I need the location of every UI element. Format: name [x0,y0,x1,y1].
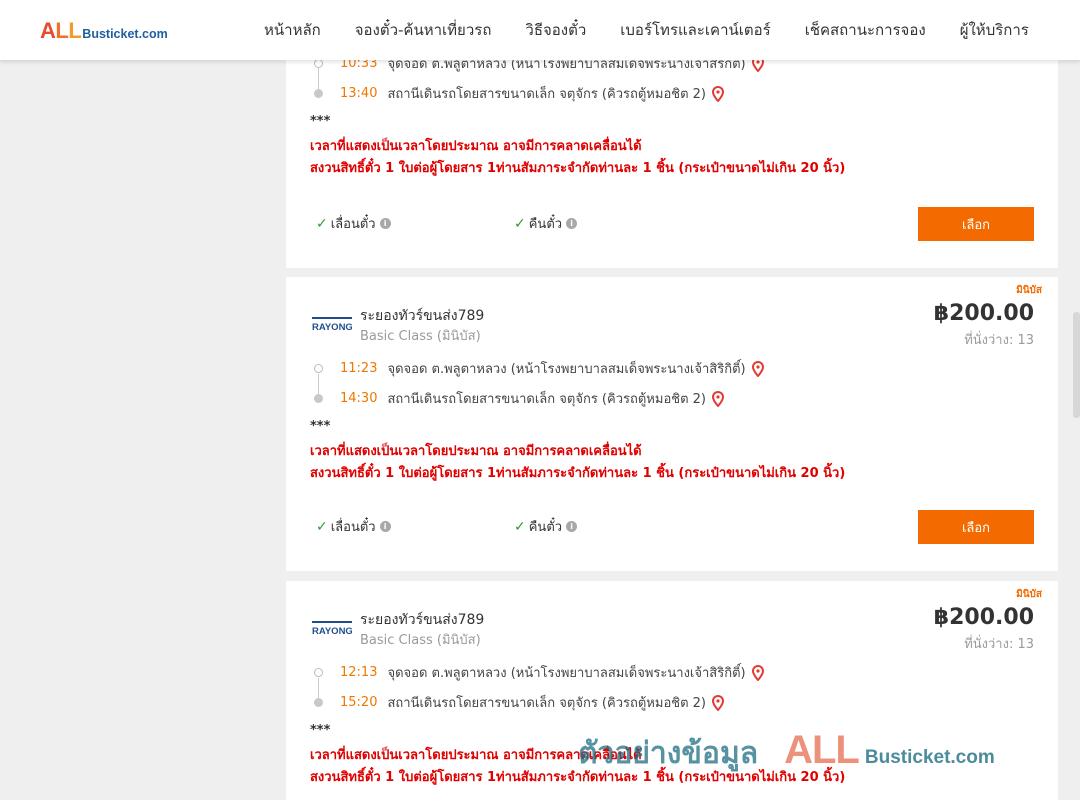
departure-dot [314,59,323,68]
departure-place: จุดจอด ต.พลูตาหลวง (หน้าโรงพยาบาลสมเด็จพ… [387,362,746,377]
departure-dot [314,364,323,373]
arrival-stop: 13:40 สถานีเดินรถโดยสารขนาดเล็ก จตุจักร … [314,83,724,104]
feature-reschedule-label: เลื่อนตั๋ว [330,520,376,535]
arrival-dot [314,89,323,98]
info-icon[interactable]: i [379,521,391,532]
check-icon: ✓ [514,518,526,535]
seats-available: ที่นั่งว่าง: 13 [964,333,1034,348]
company-logo-text: RAYONG [312,322,352,333]
map-pin-icon[interactable] [751,664,764,681]
departure-place: จุดจอด ต.พลูตาหลวง (หน้าโรงพยาบาลสมเด็จพ… [387,666,746,681]
info-icon[interactable]: i [379,218,391,229]
feature-reschedule: ✓ เลื่อนตั๋ว i [316,213,391,234]
map-pin-icon[interactable] [712,694,724,711]
nav-operators[interactable]: ผู้ให้บริการ [960,18,1029,42]
nav-book-search[interactable]: จองตั๋ว-ค้นหาเที่ยวรถ [355,18,492,42]
company-logo-text: RAYONG [312,626,352,637]
arrival-time: 15:20 [340,695,378,710]
site-header: ALL Busticket.com หน้าหลัก จองตั๋ว-ค้นหา… [0,0,1080,60]
bus-class: Basic Class (มินิบัส) [360,633,481,648]
nav-how-to-book[interactable]: วิธีจองตั๋ว [525,18,586,42]
warning-time-note: เวลาที่แสดงเป็นเวลาโดยประมาณ อาจมีการคลา… [310,444,642,459]
info-icon[interactable]: i [566,521,578,532]
arrival-stop: 14:30 สถานีเดินรถโดยสารขนาดเล็ก จตุจักร … [314,388,724,409]
note-stars: *** [310,723,331,738]
trip-price: ฿200.00 [933,605,1034,630]
arrival-place: สถานีเดินรถโดยสารขนาดเล็ก จตุจักร (คิวรถ… [387,87,706,102]
arrival-place: สถานีเดินรถโดยสารขนาดเล็ก จตุจักร (คิวรถ… [387,696,706,711]
arrival-time: 13:40 [340,86,378,101]
select-trip-button[interactable]: เลือก [918,207,1034,241]
company-name: ระยองทัวร์ขนส่ง789 [360,308,485,324]
logo-suffix: Busticket.com [82,27,168,41]
feature-refund-label: คืนตั๋ว [528,217,563,232]
main-nav: หน้าหลัก จองตั๋ว-ค้นหาเที่ยวรถ วิธีจองตั… [264,0,1029,60]
vehicle-type-badge: มินิบัส [1016,589,1042,600]
nav-check-status[interactable]: เช็คสถานะการจอง [805,18,926,42]
check-icon: ✓ [316,518,328,535]
arrival-dot [314,394,323,403]
warning-time-note: เวลาที่แสดงเป็นเวลาโดยประมาณ อาจมีการคลา… [310,748,642,763]
feature-reschedule-label: เลื่อนตั๋ว [330,217,376,232]
map-pin-icon[interactable] [751,360,764,377]
company-name: ระยองทัวร์ขนส่ง789 [360,612,485,628]
feature-refund-label: คืนตั๋ว [528,520,563,535]
info-icon[interactable]: i [566,218,578,229]
feature-refund: ✓ คืนตั๋ว i [514,213,578,234]
site-logo[interactable]: ALL Busticket.com [40,18,168,44]
feature-refund: ✓ คืนตั๋ว i [514,516,578,537]
departure-stop: 11:23 จุดจอด ต.พลูตาหลวง (หน้าโรงพยาบาลส… [314,358,764,379]
departure-dot [314,668,323,677]
departure-time: 12:13 [340,665,378,680]
warning-luggage-note: สงวนสิทธิ์ตั๋ว 1 ใบต่อผู้โดยสาร 1ท่านสัม… [310,161,846,176]
warning-luggage-note: สงวนสิทธิ์ตั๋ว 1 ใบต่อผู้โดยสาร 1ท่านสัม… [310,770,846,785]
company-logo: RAYONG [312,317,352,333]
map-pin-icon[interactable] [712,85,724,102]
arrival-dot [314,698,323,707]
bus-class: Basic Class (มินิบัส) [360,329,481,344]
check-icon: ✓ [316,215,328,232]
warning-time-note: เวลาที่แสดงเป็นเวลาโดยประมาณ อาจมีการคลา… [310,139,642,154]
feature-reschedule: ✓ เลื่อนตั๋ว i [316,516,391,537]
vehicle-type-badge: มินิบัส [1016,285,1042,296]
nav-home[interactable]: หน้าหลัก [264,18,321,42]
trip-card: มินิบัส RAYONG ระยองทัวร์ขนส่ง789 Basic … [286,277,1058,571]
check-icon: ✓ [514,215,526,232]
arrival-time: 14:30 [340,391,378,406]
select-trip-button[interactable]: เลือก [918,510,1034,544]
note-stars: *** [310,114,331,129]
seats-available: ที่นั่งว่าง: 13 [964,637,1034,652]
arrival-stop: 15:20 สถานีเดินรถโดยสารขนาดเล็ก จตุจักร … [314,692,724,713]
note-stars: *** [310,419,331,434]
warning-luggage-note: สงวนสิทธิ์ตั๋ว 1 ใบต่อผู้โดยสาร 1ท่านสัม… [310,466,846,481]
map-pin-icon[interactable] [712,390,724,407]
trip-price: ฿200.00 [933,301,1034,326]
company-logo: RAYONG [312,621,352,637]
departure-time: 11:23 [340,361,378,376]
arrival-place: สถานีเดินรถโดยสารขนาดเล็ก จตุจักร (คิวรถ… [387,392,706,407]
departure-stop: 12:13 จุดจอด ต.พลูตาหลวง (หน้าโรงพยาบาลส… [314,662,764,683]
logo-all-text: ALL [40,18,82,43]
page-scrollbar[interactable] [1073,312,1080,418]
nav-contact-counter[interactable]: เบอร์โทรและเคาน์เตอร์ [620,18,770,42]
trip-card: มินิบัส RAYONG ระยองทัวร์ขนส่ง789 Basic … [286,581,1058,800]
